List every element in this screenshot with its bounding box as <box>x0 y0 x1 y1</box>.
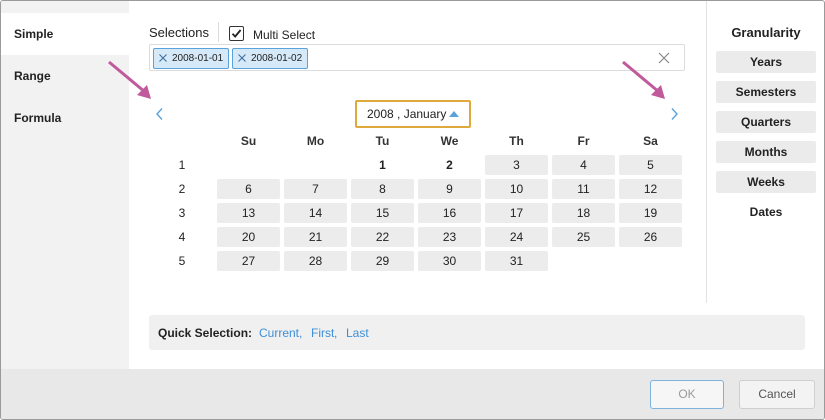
calendar-day[interactable]: 25 <box>552 227 615 247</box>
week-number: 2 <box>178 182 186 196</box>
chip-label: 2008-01-02 <box>251 53 303 64</box>
multi-select-checkbox[interactable] <box>229 26 244 41</box>
link-separator: , <box>334 326 338 340</box>
calendar-day[interactable]: 13 <box>217 203 280 223</box>
calendar-day[interactable]: 1 <box>351 155 414 175</box>
calendar-day[interactable]: 23 <box>418 227 481 247</box>
next-month-icon[interactable] <box>669 107 679 121</box>
weekday-header: Sa <box>643 134 658 148</box>
selection-chip: 2008-01-02 <box>232 48 309 69</box>
annotation-arrow-right <box>622 60 665 99</box>
calendar-day[interactable]: 2 <box>418 155 481 175</box>
granularity-years-button[interactable]: Years <box>716 51 816 73</box>
quick-link-last[interactable]: Last <box>346 326 369 340</box>
calendar-day[interactable]: 7 <box>284 179 347 199</box>
week-number: 4 <box>178 230 186 244</box>
cancel-button[interactable]: Cancel <box>739 380 815 409</box>
mode-sidebar: Simple Range Formula <box>1 1 129 369</box>
quick-link-current[interactable]: Current <box>259 326 299 340</box>
month-year-picker[interactable]: 2008 , January <box>355 100 471 128</box>
weekday-header: We <box>440 134 459 148</box>
granularity-divider <box>706 1 707 303</box>
calendar-day[interactable]: 20 <box>217 227 280 247</box>
weekday-header: Su <box>240 134 257 148</box>
calendar-day[interactable]: 26 <box>619 227 682 247</box>
month-year-label: 2008 , January <box>367 107 447 121</box>
ok-button[interactable]: OK <box>650 380 724 409</box>
link-separator: , <box>299 326 303 340</box>
remove-chip-icon[interactable] <box>158 53 168 63</box>
calendar-day[interactable]: 6 <box>217 179 280 199</box>
remove-chip-icon[interactable] <box>237 53 247 63</box>
calendar-day[interactable]: 30 <box>418 251 481 271</box>
weekday-header: Th <box>509 134 524 148</box>
calendar-day[interactable]: 15 <box>351 203 414 223</box>
calendar-day[interactable]: 3 <box>485 155 548 175</box>
calendar-day[interactable]: 21 <box>284 227 347 247</box>
selection-tag-box[interactable]: 2008-01-01 2008-01-02 <box>149 44 685 71</box>
granularity-quarters-button[interactable]: Quarters <box>716 111 816 133</box>
dialog-footer: OK Cancel <box>1 369 824 419</box>
weekday-header: Fr <box>577 134 590 148</box>
main-panel: Selections Multi Select 2008-01-01 2008-… <box>108 1 805 369</box>
quick-selection-bar: Quick Selection: Current , First , Last <box>149 315 805 350</box>
calendar-day[interactable]: 16 <box>418 203 481 223</box>
week-number: 3 <box>178 206 186 220</box>
selections-divider <box>218 22 219 42</box>
calendar-day[interactable]: 18 <box>552 203 615 223</box>
granularity-dates-button[interactable]: Dates <box>716 201 816 223</box>
calendar-day[interactable]: 4 <box>552 155 615 175</box>
weekday-header: Tu <box>375 134 390 148</box>
calendar-day[interactable]: 8 <box>351 179 414 199</box>
calendar-day[interactable]: 31 <box>485 251 548 271</box>
calendar-day[interactable]: 9 <box>418 179 481 199</box>
caret-up-icon <box>449 111 459 117</box>
multi-select-label: Multi Select <box>253 28 316 42</box>
calendar-day[interactable]: 14 <box>284 203 347 223</box>
previous-month-icon[interactable] <box>155 107 165 121</box>
calendar-day[interactable]: 17 <box>485 203 548 223</box>
week-number: 1 <box>178 158 186 172</box>
sidebar-item-simple[interactable]: Simple <box>1 13 129 55</box>
chip-label: 2008-01-01 <box>172 53 224 64</box>
calendar-day[interactable]: 11 <box>552 179 615 199</box>
calendar-day[interactable]: 5 <box>619 155 682 175</box>
selections-label: Selections <box>149 25 209 40</box>
date-filter-dialog: Simple Range Formula Selections Multi Se… <box>0 0 825 420</box>
quick-selection-label: Quick Selection: <box>158 326 253 340</box>
granularity-title: Granularity <box>731 25 801 40</box>
calendar-day[interactable]: 24 <box>485 227 548 247</box>
calendar-day[interactable]: 27 <box>217 251 280 271</box>
selection-chip: 2008-01-01 <box>153 48 230 69</box>
calendar-day[interactable]: 19 <box>619 203 682 223</box>
checkmark-icon <box>231 29 242 38</box>
week-number: 5 <box>178 254 186 268</box>
granularity-months-button[interactable]: Months <box>716 141 816 163</box>
quick-link-first[interactable]: First <box>311 326 334 340</box>
granularity-semesters-button[interactable]: Semesters <box>716 81 816 103</box>
annotation-arrow-left <box>108 60 151 99</box>
calendar-day[interactable]: 22 <box>351 227 414 247</box>
granularity-weeks-button[interactable]: Weeks <box>716 171 816 193</box>
calendar-day[interactable]: 28 <box>284 251 347 271</box>
weekday-header: Mo <box>306 134 325 148</box>
calendar-day[interactable]: 10 <box>485 179 548 199</box>
calendar-day[interactable]: 12 <box>619 179 682 199</box>
calendar-day[interactable]: 29 <box>351 251 414 271</box>
